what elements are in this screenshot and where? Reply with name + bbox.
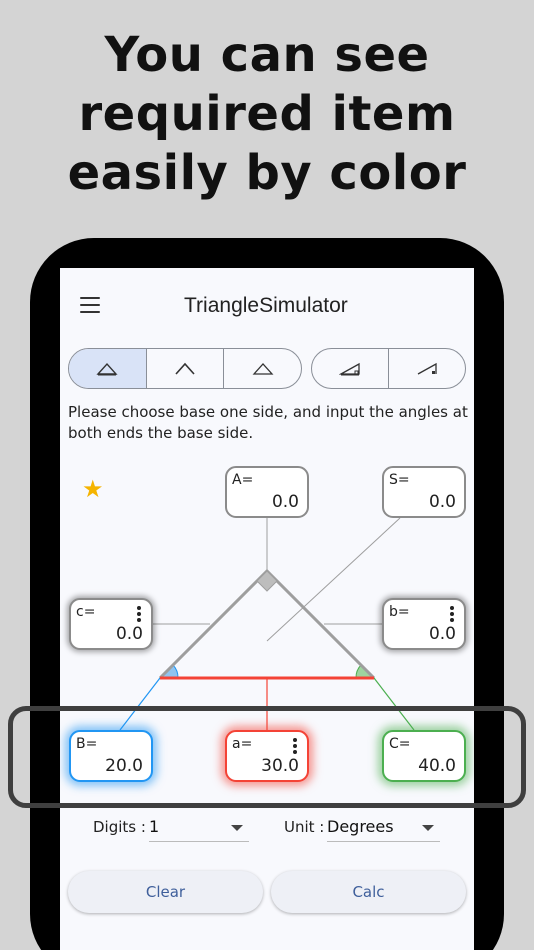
chevron-down-icon — [422, 825, 434, 831]
digits-dropdown[interactable]: Digits : 1 — [93, 816, 253, 842]
field-A-label: A= — [232, 472, 254, 488]
more-options-icon[interactable] — [450, 606, 454, 622]
field-C-label: C= — [389, 736, 411, 752]
field-A-value: 0.0 — [271, 492, 299, 512]
field-S-label: S= — [389, 472, 410, 488]
digits-label: Digits : — [93, 818, 146, 836]
field-B-label: B= — [76, 736, 98, 752]
app-title: TriangleSimulator — [184, 294, 348, 317]
triangle-base-angles-icon — [96, 362, 118, 375]
more-options-icon[interactable] — [293, 738, 297, 754]
right-triangle-icon — [339, 362, 360, 375]
clear-button[interactable]: Clear — [68, 871, 263, 913]
field-b[interactable]: b= 0.0 — [382, 598, 466, 650]
field-c-label: c= — [76, 604, 96, 620]
connector-S — [266, 517, 401, 642]
field-S[interactable]: S= 0.0 — [382, 466, 466, 518]
connector-C — [373, 677, 415, 731]
triangle-apex-angle-icon — [175, 362, 195, 375]
field-a-value: 30.0 — [261, 756, 299, 776]
instruction-text: Please choose base one side, and input t… — [68, 403, 468, 442]
field-B-value: 20.0 — [105, 756, 143, 776]
tab-base-angles[interactable] — [69, 349, 146, 388]
field-B[interactable]: B= 20.0 — [69, 730, 153, 782]
connector-B — [119, 677, 161, 731]
tab-right-triangle-b[interactable] — [388, 349, 465, 388]
angle-B-arc — [158, 664, 179, 679]
field-a-label: a= — [232, 736, 253, 752]
headline-line-3: easily by color — [67, 145, 467, 201]
field-c[interactable]: c= 0.0 — [69, 598, 153, 650]
mode-selector-right-triangles — [311, 348, 466, 389]
triangle-outline-icon — [252, 362, 274, 375]
right-angle-mark — [256, 570, 278, 592]
menu-icon[interactable] — [80, 297, 100, 313]
angle-C-arc — [355, 664, 376, 679]
field-a[interactable]: a= 30.0 — [225, 730, 309, 782]
tab-three-sides[interactable] — [223, 349, 301, 388]
chevron-down-icon — [231, 825, 243, 831]
unit-value: Degrees — [327, 817, 394, 836]
field-A[interactable]: A= 0.0 — [225, 466, 309, 518]
field-b-label: b= — [389, 604, 410, 620]
headline-line-2: required item — [78, 86, 456, 142]
triangle-sides — [158, 568, 376, 680]
tab-apex-angle[interactable] — [145, 349, 224, 388]
unit-dropdown[interactable]: Unit : Degrees — [284, 816, 444, 842]
favorite-star-icon[interactable]: ★ — [82, 478, 104, 502]
tab-right-triangle-a[interactable] — [312, 349, 388, 388]
app-screen: TriangleSimulator Please choose base one… — [60, 268, 474, 950]
field-C[interactable]: C= 40.0 — [382, 730, 466, 782]
calc-button[interactable]: Calc — [271, 871, 466, 913]
headline-line-1: You can see — [104, 27, 430, 83]
field-b-value: 0.0 — [428, 624, 456, 644]
digits-value: 1 — [149, 817, 160, 836]
right-triangle-alt-icon — [417, 362, 437, 375]
field-S-value: 0.0 — [428, 492, 456, 512]
more-options-icon[interactable] — [137, 606, 141, 622]
field-c-value: 0.0 — [115, 624, 143, 644]
unit-label: Unit : — [284, 818, 325, 836]
headline: You can see required item easily by colo… — [0, 26, 534, 203]
mode-selector-triangles — [68, 348, 302, 389]
field-C-value: 40.0 — [418, 756, 456, 776]
